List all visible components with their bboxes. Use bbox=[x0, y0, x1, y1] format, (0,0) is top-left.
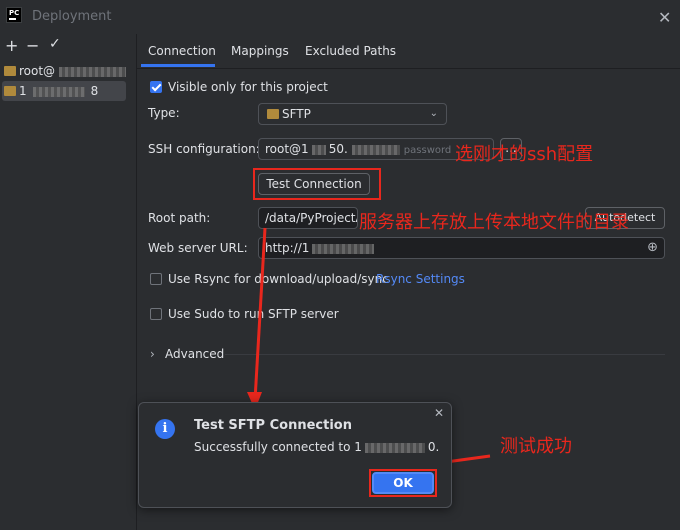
info-icon: i bbox=[155, 419, 175, 439]
arrow-down-line bbox=[253, 227, 267, 401]
dialog-message-prefix: Successfully connected to 1 bbox=[194, 440, 362, 454]
dialog-close-icon[interactable]: ✕ bbox=[434, 406, 444, 420]
arrow-left-line bbox=[445, 454, 491, 464]
dialog-message-suffix: 0. bbox=[427, 440, 440, 454]
dialog-message: Successfully connected to 1 0. bbox=[194, 440, 439, 454]
redacted-text bbox=[364, 442, 425, 453]
dialog-title: Test SFTP Connection bbox=[194, 418, 352, 433]
annotation-success: 测试成功 bbox=[500, 436, 572, 457]
ok-button[interactable]: OK bbox=[372, 472, 434, 494]
